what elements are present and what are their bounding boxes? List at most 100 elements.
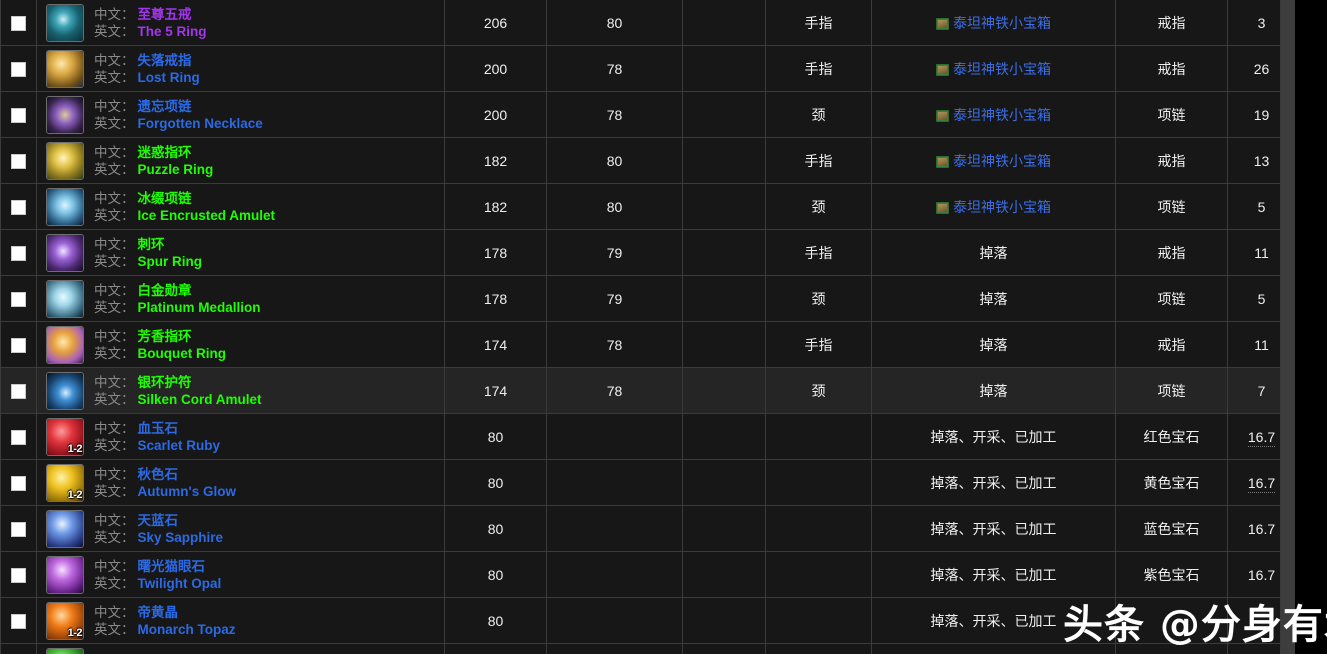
item-name-cell[interactable]: 中文： 至尊五戒 英文： The 5 Ring bbox=[36, 0, 445, 46]
row-select-cell[interactable] bbox=[0, 505, 37, 552]
row-select-cell[interactable] bbox=[0, 229, 37, 276]
source-link[interactable]: 泰坦神铁小宝箱 bbox=[936, 153, 1051, 169]
source-cell[interactable]: 泰坦神铁小宝箱 bbox=[871, 183, 1116, 230]
item-name-en[interactable]: Bouquet Ring bbox=[138, 346, 226, 361]
item-name-cn[interactable]: 帝黄晶 bbox=[138, 605, 179, 620]
item-name-en[interactable]: Spur Ring bbox=[138, 254, 203, 269]
row-select-cell[interactable] bbox=[0, 0, 37, 46]
vertical-scrollbar-track[interactable] bbox=[1280, 0, 1296, 654]
item-name-en[interactable]: Puzzle Ring bbox=[138, 162, 214, 177]
item-icon[interactable]: 1-2 bbox=[46, 463, 84, 502]
row-select-cell[interactable] bbox=[0, 597, 37, 644]
item-icon[interactable] bbox=[46, 371, 84, 410]
source-link[interactable]: 泰坦神铁小宝箱 bbox=[936, 61, 1051, 77]
table-row[interactable]: 中文： 曙光猫眼石 英文： Twilight Opal 80 掉落、开采、已加工 紫色宝石 1… bbox=[0, 551, 1296, 598]
item-name-en[interactable]: Lost Ring bbox=[138, 70, 200, 85]
item-name-en[interactable]: Sky Sapphire bbox=[138, 530, 224, 545]
source-cell[interactable]: 泰坦神铁小宝箱 bbox=[871, 45, 1116, 92]
item-icon[interactable] bbox=[46, 3, 84, 42]
table-row[interactable]: 1-2 中文： 帝黄晶 英文： Monarch Topaz 80 掉落、开采、已加工 bbox=[0, 597, 1296, 644]
source-link[interactable]: 泰坦神铁小宝箱 bbox=[936, 107, 1051, 123]
item-name-cell[interactable]: 中文： 芳香指环 英文： Bouquet Ring bbox=[36, 321, 445, 368]
item-name-en[interactable]: Monarch Topaz bbox=[138, 622, 236, 637]
item-name-cell[interactable]: 中文：森林翡翠 bbox=[36, 643, 445, 654]
source-link[interactable]: 泰坦神铁小宝箱 bbox=[936, 15, 1051, 31]
item-icon[interactable] bbox=[46, 233, 84, 272]
row-checkbox[interactable] bbox=[11, 383, 26, 399]
item-name-cn[interactable]: 秋色石 bbox=[138, 467, 179, 482]
source-cell[interactable]: 掉落 bbox=[871, 275, 1116, 322]
source-cell[interactable]: 掉落 bbox=[871, 367, 1116, 414]
item-name-en[interactable]: The 5 Ring bbox=[138, 24, 207, 39]
item-name-en[interactable]: Platinum Medallion bbox=[138, 300, 261, 315]
table-row[interactable]: 中文： 银环护符 英文： Silken Cord Amulet 174 78 颈 掉落 项链 7 bbox=[0, 367, 1296, 414]
table-row[interactable]: 中文：森林翡翠80掉落、开采、已加工绿色宝石16.7 bbox=[0, 643, 1296, 654]
source-cell[interactable]: 掉落、开采、已加工 bbox=[871, 551, 1116, 598]
row-checkbox[interactable] bbox=[11, 567, 26, 583]
row-select-cell[interactable] bbox=[0, 459, 37, 506]
row-checkbox[interactable] bbox=[11, 613, 26, 629]
source-cell[interactable]: 泰坦神铁小宝箱 bbox=[871, 91, 1116, 138]
item-name-cn[interactable]: 血玉石 bbox=[138, 421, 179, 436]
item-name-cn[interactable]: 银环护符 bbox=[138, 375, 192, 390]
item-name-cell[interactable]: 1-2 中文： 血玉石 英文： Scarlet Ruby bbox=[36, 413, 445, 460]
source-link[interactable]: 泰坦神铁小宝箱 bbox=[936, 199, 1051, 215]
item-icon[interactable]: 1-2 bbox=[46, 417, 84, 456]
item-name-cn[interactable]: 芳香指环 bbox=[138, 329, 192, 344]
item-name-cn[interactable]: 迷惑指环 bbox=[138, 145, 192, 160]
item-name-cell[interactable]: 中文： 迷惑指环 英文： Puzzle Ring bbox=[36, 137, 445, 184]
row-select-cell[interactable] bbox=[0, 413, 37, 460]
item-name-cn[interactable]: 白金勋章 bbox=[138, 283, 192, 298]
item-name-en[interactable]: Silken Cord Amulet bbox=[138, 392, 262, 407]
item-icon[interactable] bbox=[46, 95, 84, 134]
item-name-en[interactable]: Forgotten Necklace bbox=[138, 116, 263, 131]
item-icon[interactable] bbox=[46, 325, 84, 364]
row-checkbox[interactable] bbox=[11, 429, 26, 445]
item-name-cn[interactable]: 天蓝石 bbox=[138, 513, 179, 528]
vertical-scrollbar-thumb[interactable] bbox=[1281, 0, 1296, 654]
table-row[interactable]: 中文： 白金勋章 英文： Platinum Medallion 178 79 颈 掉落 项链 5 bbox=[0, 275, 1296, 322]
table-row[interactable]: 1-2 中文： 血玉石 英文： Scarlet Ruby 80 掉落、开采、已加工 红色宝石 1… bbox=[0, 413, 1296, 460]
row-checkbox[interactable] bbox=[11, 61, 26, 77]
row-select-cell[interactable] bbox=[0, 367, 37, 414]
table-row[interactable]: 中文： 芳香指环 英文： Bouquet Ring 174 78 手指 掉落 戒指 11 bbox=[0, 321, 1296, 368]
item-name-cn[interactable]: 至尊五戒 bbox=[138, 7, 192, 22]
item-icon[interactable] bbox=[46, 555, 84, 594]
source-cell[interactable]: 掉落、开采、已加工 bbox=[871, 505, 1116, 552]
item-name-cell[interactable]: 中文： 天蓝石 英文： Sky Sapphire bbox=[36, 505, 445, 552]
table-row[interactable]: 中文： 至尊五戒 英文： The 5 Ring 206 80 手指 泰坦神铁小宝箱 戒指 3 bbox=[0, 0, 1296, 46]
item-name-cell[interactable]: 中文： 曙光猫眼石 英文： Twilight Opal bbox=[36, 551, 445, 598]
row-select-cell[interactable] bbox=[0, 183, 37, 230]
item-name-cn[interactable]: 遗忘项链 bbox=[138, 99, 192, 114]
item-name-cell[interactable]: 1-2 中文： 秋色石 英文： Autumn's Glow bbox=[36, 459, 445, 506]
item-name-en[interactable]: Twilight Opal bbox=[138, 576, 222, 591]
row-checkbox[interactable] bbox=[11, 337, 26, 353]
table-row[interactable]: 中文： 遗忘项链 英文： Forgotten Necklace 200 78 颈 泰坦神铁小宝… bbox=[0, 91, 1296, 138]
item-name-cell[interactable]: 中文： 银环护符 英文： Silken Cord Amulet bbox=[36, 367, 445, 414]
row-select-cell[interactable] bbox=[0, 137, 37, 184]
item-name-cn[interactable]: 冰缀项链 bbox=[138, 191, 192, 206]
table-row[interactable]: 中文： 天蓝石 英文： Sky Sapphire 80 掉落、开采、已加工 蓝色宝石 16.7 bbox=[0, 505, 1296, 552]
item-name-cell[interactable]: 中文： 遗忘项链 英文： Forgotten Necklace bbox=[36, 91, 445, 138]
item-icon[interactable] bbox=[46, 141, 84, 180]
row-select-cell[interactable] bbox=[0, 643, 37, 654]
item-name-cn[interactable]: 失落戒指 bbox=[138, 53, 192, 68]
source-cell[interactable]: 泰坦神铁小宝箱 bbox=[871, 137, 1116, 184]
table-row[interactable]: 1-2 中文： 秋色石 英文： Autumn's Glow 80 掉落、开采、已加工 黄色宝石… bbox=[0, 459, 1296, 506]
row-checkbox[interactable] bbox=[11, 291, 26, 307]
item-name-cell[interactable]: 中文： 刺环 英文： Spur Ring bbox=[36, 229, 445, 276]
table-row[interactable]: 中文： 刺环 英文： Spur Ring 178 79 手指 掉落 戒指 11 bbox=[0, 229, 1296, 276]
item-icon[interactable] bbox=[46, 187, 84, 226]
item-icon[interactable] bbox=[46, 647, 84, 654]
item-name-cell[interactable]: 1-2 中文： 帝黄晶 英文： Monarch Topaz bbox=[36, 597, 445, 644]
item-name-en[interactable]: Scarlet Ruby bbox=[138, 438, 221, 453]
source-cell[interactable]: 掉落 bbox=[871, 321, 1116, 368]
source-cell[interactable]: 掉落 bbox=[871, 229, 1116, 276]
row-select-cell[interactable] bbox=[0, 551, 37, 598]
row-checkbox[interactable] bbox=[11, 521, 26, 537]
table-row[interactable]: 中文： 失落戒指 英文： Lost Ring 200 78 手指 泰坦神铁小宝箱 戒指 26 bbox=[0, 45, 1296, 92]
row-select-cell[interactable] bbox=[0, 321, 37, 368]
item-name-cell[interactable]: 中文： 失落戒指 英文： Lost Ring bbox=[36, 45, 445, 92]
row-checkbox[interactable] bbox=[11, 107, 26, 123]
source-cell[interactable]: 掉落、开采、已加工 bbox=[871, 459, 1116, 506]
